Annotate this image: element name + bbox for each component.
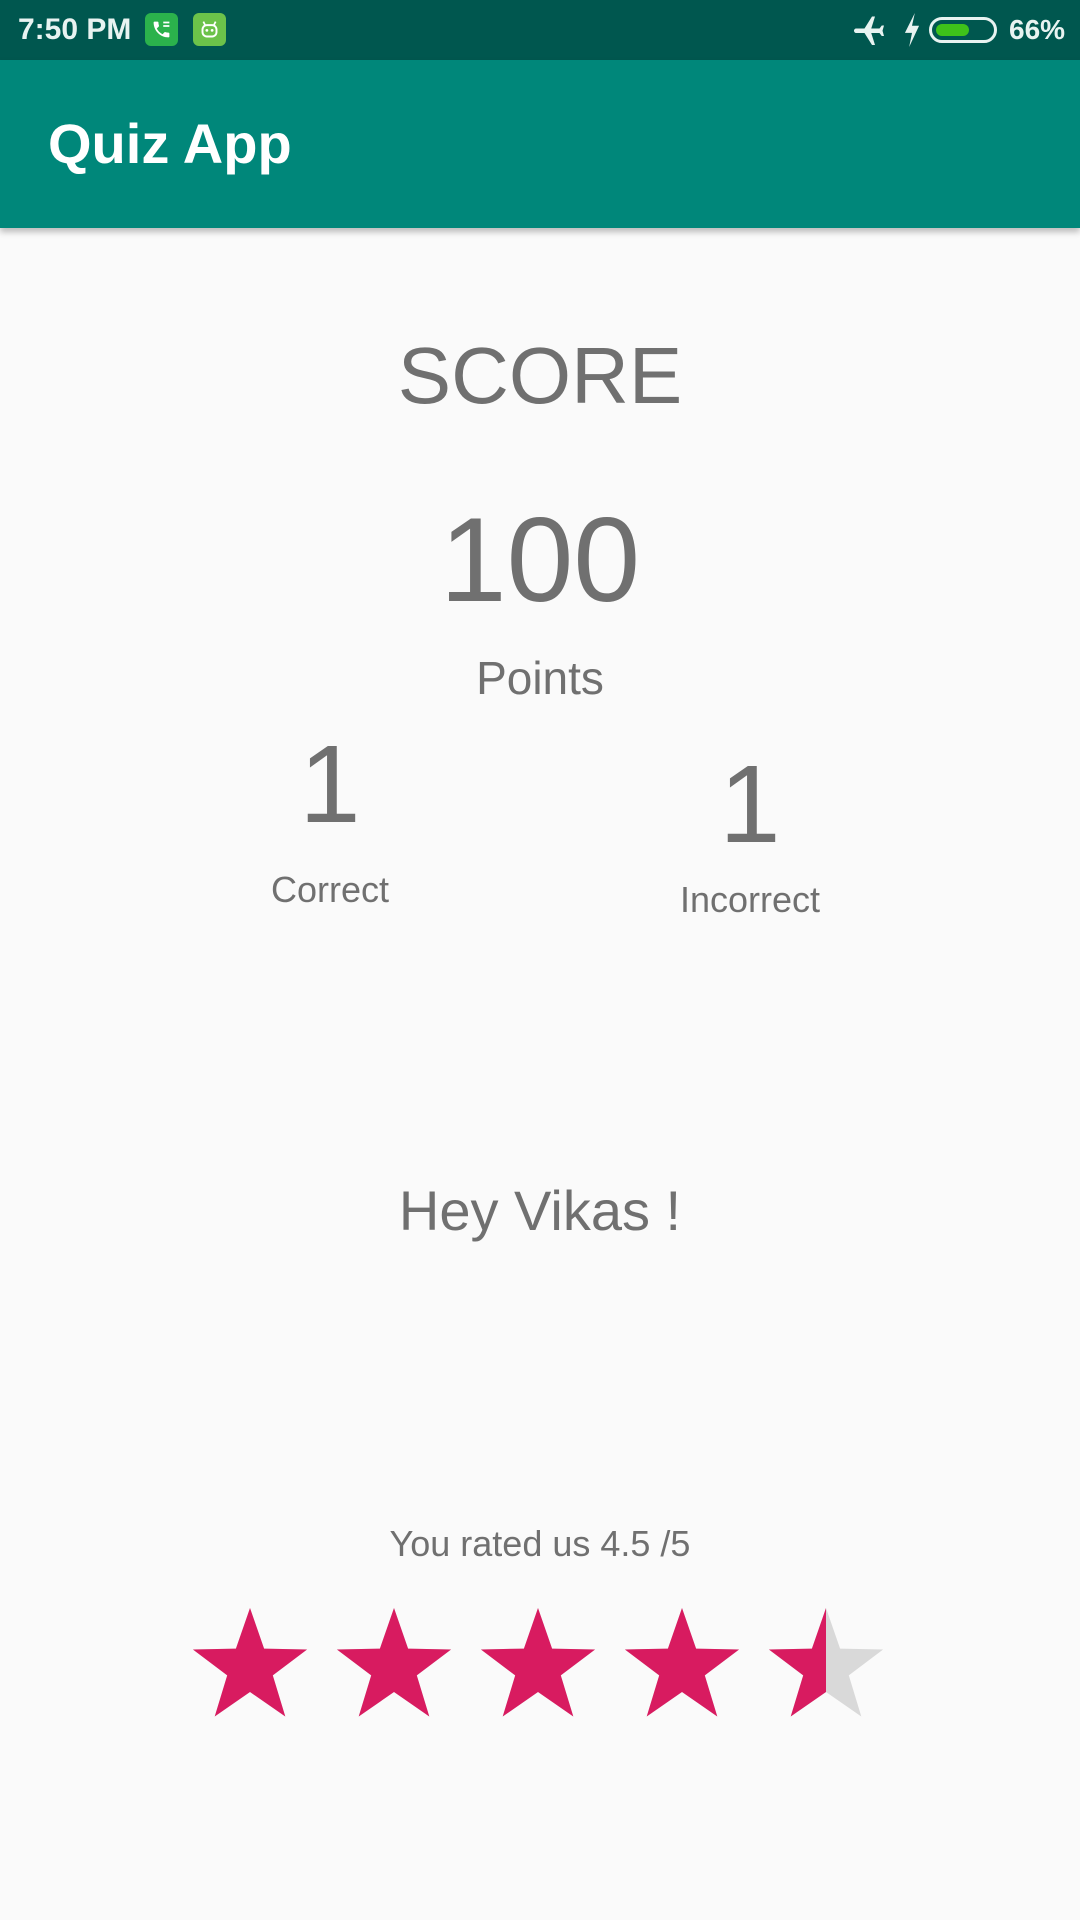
- correct-label: Correct: [270, 869, 390, 910]
- battery-icon: [929, 17, 997, 43]
- greeting-text: Hey Vikas !: [398, 1179, 682, 1242]
- score-unit: Points: [476, 652, 604, 704]
- rating-text: You rated us 4.5 /5: [389, 1523, 691, 1564]
- charging-icon: [904, 13, 920, 47]
- bot-notification-icon: [193, 13, 226, 46]
- correct-count: 1: [299, 723, 361, 846]
- incorrect-count: 1: [719, 743, 781, 866]
- rating-star-filled[interactable]: [480, 1608, 596, 1717]
- app-bar: Quiz App: [0, 60, 1080, 228]
- rating-star-filled[interactable]: [624, 1608, 740, 1717]
- status-bar: 7:50 PM 66%: [0, 0, 1080, 60]
- battery-level-fill: [936, 24, 969, 36]
- incorrect-label: Incorrect: [679, 879, 821, 920]
- rating-star-filled[interactable]: [336, 1608, 452, 1717]
- app-title: Quiz App: [48, 112, 292, 175]
- airplane-mode-icon: [854, 16, 884, 45]
- status-time: 7:50 PM: [18, 13, 132, 46]
- battery-percent: 66%: [1009, 14, 1066, 45]
- phone-notification-icon: [145, 13, 178, 46]
- score-title: SCORE: [397, 331, 683, 420]
- rating-star-filled[interactable]: [192, 1608, 308, 1717]
- rating-bar[interactable]: [190, 1600, 890, 1725]
- score-value: 100: [439, 493, 641, 627]
